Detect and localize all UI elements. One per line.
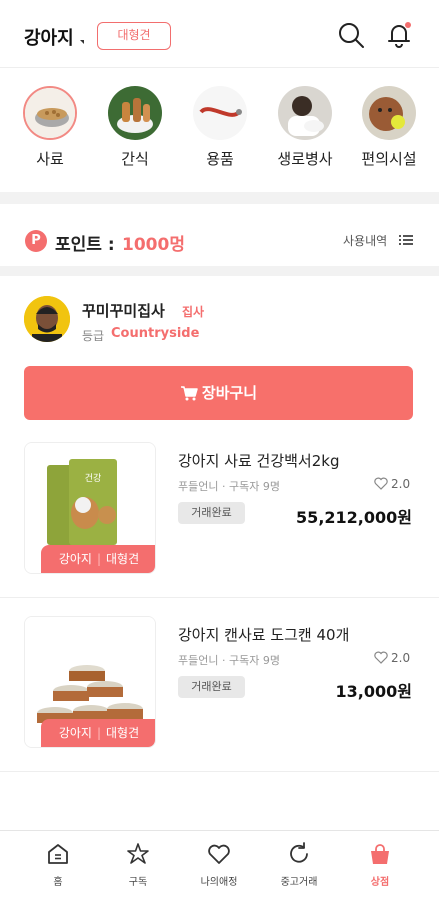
nav-label: 구독 [128, 877, 148, 888]
like-count[interactable]: 2.0 [374, 477, 410, 491]
product-card[interactable]: 강아지 | 대형견 강아지 캔사료 도그캔 40개 푸들언니 · 구독자 9명 2.… [0, 616, 439, 772]
caret-down-icon[interactable] [80, 40, 84, 44]
tag-size: 대형견 [106, 552, 140, 566]
refresh-icon [290, 842, 308, 863]
nav-label: 홈 [53, 877, 63, 888]
bell-icon[interactable] [384, 20, 414, 50]
food-category-image [23, 86, 77, 140]
product-price: 13,000원 [335, 682, 412, 701]
points-section: P 포인트 : 1000멍 사용내역 [0, 204, 439, 266]
tag-size: 대형견 [106, 726, 140, 740]
nav-label: 중고거래 [280, 877, 318, 888]
nav-label: 상점 [370, 877, 390, 888]
nav-home[interactable]: 홈 [18, 841, 98, 888]
section-divider [0, 266, 439, 276]
avatar[interactable] [24, 296, 70, 342]
category-supplies[interactable]: 용품 [181, 86, 259, 169]
status-badge: 거래완료 [178, 676, 245, 698]
cart-icon [180, 386, 198, 401]
facilities-category-image [362, 86, 416, 140]
section-divider [0, 192, 439, 204]
list-icon[interactable] [399, 234, 413, 246]
grade-value: Countryside [111, 326, 200, 341]
points-value: 1000멍 [122, 235, 185, 255]
category-bar: 사료 간식 용품 생로병사 편의시설 [0, 68, 439, 192]
category-facilities[interactable]: 편의시설 [350, 86, 428, 169]
product-image: 건강 강아지 | 대형견 [24, 442, 156, 574]
tag-animal: 강아지 [58, 552, 92, 566]
supplies-category-image [193, 86, 247, 140]
product-image: 강아지 | 대형견 [24, 616, 156, 748]
product-seller: 푸들언니 · 구독자 9명 [178, 480, 280, 493]
search-icon[interactable] [336, 20, 366, 50]
product-price: 55,212,000원 [296, 508, 412, 527]
size-tag-button[interactable]: 대형견 [97, 22, 171, 50]
app-header: 강아지 대형견 [0, 0, 439, 68]
category-label: 사료 [36, 150, 64, 168]
product-card[interactable]: 건강 강아지 | 대형견 강아지 사료 건강백서2kg 푸들언니 · 구독자 9명 … [0, 442, 439, 598]
svg-text:건강: 건강 [85, 473, 102, 484]
subscribe-icon [127, 843, 149, 864]
like-count[interactable]: 2.0 [374, 651, 410, 665]
category-label: 간식 [121, 150, 149, 168]
heart-icon [374, 651, 388, 664]
nav-label: 나의애정 [200, 877, 238, 888]
snack-category-image [108, 86, 162, 140]
nav-shop[interactable]: 상점 [340, 841, 420, 888]
profile-nickname: 꾸미꾸미집사 [82, 302, 165, 320]
heart-icon [208, 844, 230, 864]
cart-button[interactable]: 장바구니 [24, 366, 413, 420]
nav-subscribe[interactable]: 구독 [98, 841, 178, 888]
usage-history-link[interactable]: 사용내역 [343, 232, 387, 249]
grade-label: 등급 [82, 329, 105, 343]
like-value: 2.0 [391, 477, 411, 491]
nav-favorites[interactable]: 나의애정 [179, 841, 259, 888]
health-category-image [278, 86, 332, 140]
shop-bag-icon [371, 844, 389, 864]
like-value: 2.0 [391, 651, 411, 665]
product-tag: 강아지 | 대형견 [41, 719, 155, 747]
product-name: 강아지 사료 건강백서2kg [178, 452, 340, 470]
tag-animal: 강아지 [58, 726, 92, 740]
animal-selector[interactable]: 강아지 [24, 24, 74, 50]
points-label: 포인트 : [55, 235, 115, 255]
bottom-nav: 홈 구독 나의애정 중고거래 상점 [0, 830, 439, 900]
cart-button-label: 장바구니 [201, 384, 258, 402]
point-badge-icon: P [25, 230, 47, 252]
category-label: 편의시설 [361, 150, 417, 168]
category-label: 생로병사 [277, 150, 333, 168]
category-food[interactable]: 사료 [11, 86, 89, 169]
nav-used-trade[interactable]: 중고거래 [259, 841, 339, 888]
profile-role: 집사 [182, 305, 205, 319]
heart-icon [374, 477, 388, 490]
product-name: 강아지 캔사료 도그캔 40개 [178, 626, 350, 644]
category-label: 용품 [206, 150, 234, 168]
category-snack[interactable]: 간식 [96, 86, 174, 169]
category-health[interactable]: 생로병사 [266, 86, 344, 169]
home-icon [48, 844, 68, 864]
product-seller: 푸들언니 · 구독자 9명 [178, 654, 280, 667]
status-badge: 거래완료 [178, 502, 245, 524]
product-tag: 강아지 | 대형견 [41, 545, 155, 573]
